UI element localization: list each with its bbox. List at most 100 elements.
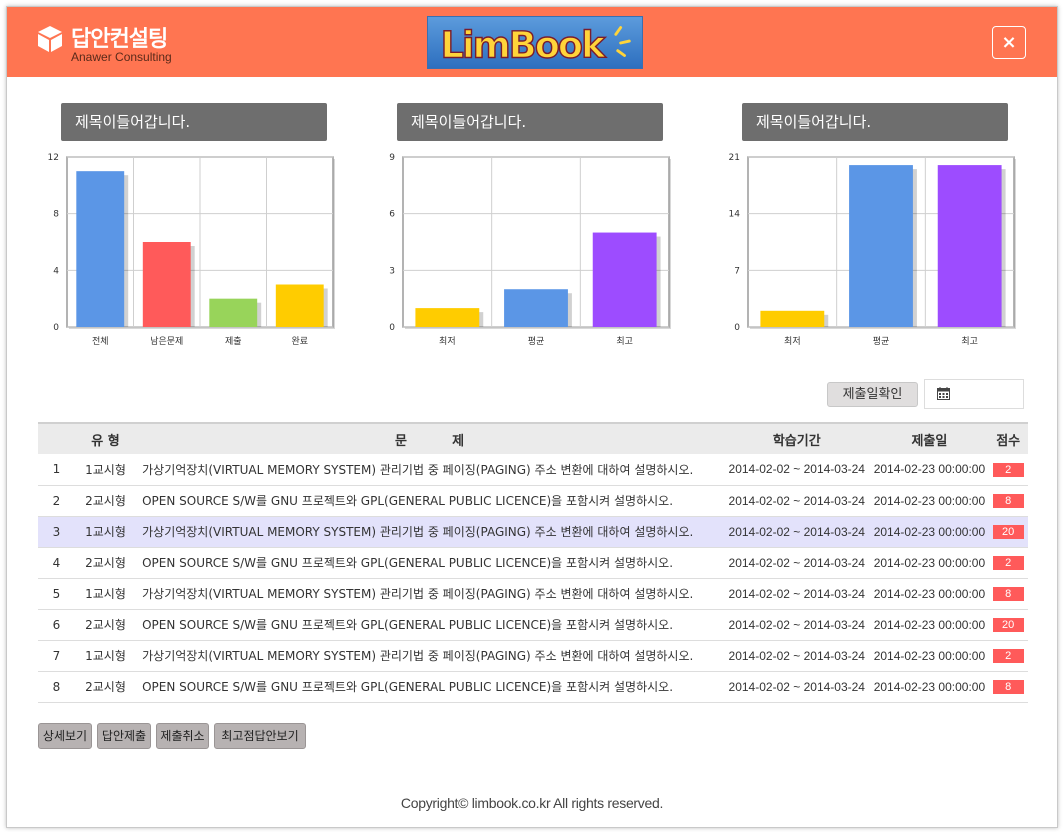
answer-table: 유 형 문 제 학습기간 제출일 점수 1 1교시형 가상기억장치(VIRTUAL … — [38, 422, 1028, 703]
x-tick-label: 최고 — [616, 336, 633, 347]
row-score-cell: 8 — [988, 485, 1028, 517]
app-window: 답안컨설팅 Anawer Consulting LimBook × 제목이들어갑… — [6, 6, 1058, 828]
x-tick-label: 남은문제 — [150, 336, 183, 347]
row-period: 2014-02-02 ~ 2014-03-24 — [722, 454, 871, 486]
row-period: 2014-02-02 ~ 2014-03-24 — [722, 547, 871, 579]
x-tick-label: 완료 — [291, 336, 308, 347]
table-row[interactable]: 1 1교시형 가상기억장치(VIRTUAL MEMORY SYSTEM) 관리기법 … — [38, 454, 1028, 486]
row-number: 6 — [38, 609, 75, 641]
y-tick-label: 0 — [53, 323, 59, 333]
bar-chart-1: 0 4 8 12 전체 남은문제 제출 완료 — [48, 153, 335, 347]
row-submitted: 2014-02-23 00:00:00 — [870, 547, 989, 579]
row-type: 1교시형 — [74, 516, 137, 548]
x-tick-label: 평균 — [528, 336, 545, 347]
cube-icon — [38, 26, 62, 52]
brand-name: 답안컨설팅 — [71, 27, 168, 52]
table-body: 1 1교시형 가상기억장치(VIRTUAL MEMORY SYSTEM) 관리기법 … — [38, 454, 1028, 703]
row-submitted: 2014-02-23 00:00:00 — [870, 454, 989, 486]
row-score-cell: 2 — [988, 547, 1028, 579]
row-number: 2 — [38, 485, 75, 517]
cancel-submit-button[interactable]: 제출취소 — [156, 723, 209, 749]
row-score-cell: 2 — [988, 454, 1028, 486]
logo-wordmark: LimBook — [441, 23, 606, 66]
close-button[interactable]: × — [992, 26, 1026, 59]
y-tick-label: 6 — [389, 210, 395, 220]
row-submitted: 2014-02-23 00:00:00 — [870, 609, 989, 641]
calendar-icon — [937, 387, 950, 400]
bar — [760, 310, 825, 327]
y-tick-label: 8 — [53, 210, 59, 220]
row-score-cell: 20 — [988, 516, 1028, 548]
table-header-row: 유 형 문 제 학습기간 제출일 점수 — [38, 422, 1028, 454]
bar-chart-2: 0 3 6 9 최저 평균 최고 — [389, 153, 671, 347]
table-row[interactable]: 2 2교시형 OPEN SOURCE S/W를 GNU 프로젝트와 GPL(GENE… — [38, 485, 1028, 517]
score-badge: 20 — [992, 618, 1024, 632]
col-header-type[interactable]: 유 형 — [74, 422, 137, 454]
row-question: 가상기억장치(VIRTUAL MEMORY SYSTEM) 관리기법 중 페이징… — [136, 516, 723, 548]
y-tick-label: 0 — [734, 323, 740, 333]
y-tick-label: 21 — [729, 153, 740, 163]
score-badge: 8 — [992, 680, 1024, 694]
row-period: 2014-02-02 ~ 2014-03-24 — [722, 516, 871, 548]
row-score-cell: 8 — [988, 578, 1028, 610]
table-row[interactable]: 7 1교시형 가상기억장치(VIRTUAL MEMORY SYSTEM) 관리기법 … — [38, 640, 1028, 672]
row-type: 2교시형 — [74, 671, 137, 703]
y-tick-label: 9 — [389, 153, 395, 163]
chart-panel-2: 제목이들어갑니다. 0 3 6 9 최저 평균 최고 — [377, 103, 677, 363]
bar — [849, 165, 913, 327]
score-badge: 2 — [992, 649, 1024, 663]
y-tick-label: 3 — [389, 266, 395, 276]
table-row[interactable]: 8 2교시형 OPEN SOURCE S/W를 GNU 프로젝트와 GPL(GENE… — [38, 671, 1028, 703]
row-type: 1교시형 — [74, 640, 137, 672]
brand[interactable]: 답안컨설팅 Anawer Consulting — [37, 21, 197, 65]
row-score-cell: 20 — [988, 609, 1028, 641]
view-detail-button[interactable]: 상세보기 — [38, 723, 92, 749]
y-tick-label: 4 — [53, 266, 59, 276]
col-header-question[interactable]: 문 제 — [136, 422, 723, 454]
col-header-period[interactable]: 학습기간 — [722, 422, 871, 454]
header-bar: 답안컨설팅 Anawer Consulting LimBook × — [7, 7, 1057, 77]
score-badge: 2 — [992, 462, 1024, 477]
score-badge: 2 — [992, 556, 1024, 570]
view-top-answer-button[interactable]: 최고점답안보기 — [214, 723, 306, 749]
row-type: 2교시형 — [74, 609, 137, 641]
y-tick-label: 7 — [734, 266, 740, 276]
row-number: 5 — [38, 578, 75, 610]
chart-panel-3: 제목이들어갑니다. 0 7 14 21 최저 평균 최고 — [722, 103, 1022, 363]
col-header-score[interactable]: 점수 — [988, 422, 1028, 454]
chart-title: 제목이들어갑니다. — [742, 103, 1008, 141]
row-submitted: 2014-02-23 00:00:00 — [870, 640, 989, 672]
row-submitted: 2014-02-23 00:00:00 — [870, 671, 989, 703]
date-input[interactable] — [924, 379, 1024, 409]
x-tick-label: 제출 — [225, 336, 242, 347]
row-question: OPEN SOURCE S/W를 GNU 프로젝트와 GPL(GENERAL P… — [136, 671, 723, 703]
col-header-submitted[interactable]: 제출일 — [870, 422, 989, 454]
x-tick-label: 최저 — [439, 336, 456, 347]
chart-title: 제목이들어갑니다. — [61, 103, 327, 141]
submit-answer-button[interactable]: 답안제출 — [97, 723, 151, 749]
score-badge: 8 — [992, 587, 1024, 601]
y-tick-label: 14 — [729, 210, 741, 220]
row-score-cell: 2 — [988, 640, 1028, 672]
table-row[interactable]: 6 2교시형 OPEN SOURCE S/W를 GNU 프로젝트와 GPL(GENE… — [38, 609, 1028, 641]
row-type: 1교시형 — [74, 454, 137, 486]
row-question: 가상기억장치(VIRTUAL MEMORY SYSTEM) 관리기법 중 페이징… — [136, 578, 723, 610]
row-question: OPEN SOURCE S/W를 GNU 프로젝트와 GPL(GENERAL P… — [136, 547, 723, 579]
bar — [275, 284, 324, 327]
row-type: 2교시형 — [74, 485, 137, 517]
table-row[interactable]: 3 1교시형 가상기억장치(VIRTUAL MEMORY SYSTEM) 관리기법 … — [38, 516, 1028, 548]
confirm-submit-date-button[interactable]: 제출일확인 — [827, 382, 918, 407]
close-icon: × — [1001, 32, 1017, 53]
brand-subtitle: Anawer Consulting — [71, 50, 172, 64]
bar-chart-3: 0 7 14 21 최저 평균 최고 — [729, 153, 1016, 347]
bar — [76, 171, 125, 327]
chart-title: 제목이들어갑니다. — [397, 103, 663, 141]
bar — [415, 308, 480, 327]
row-number: 8 — [38, 671, 75, 703]
table-row[interactable]: 5 1교시형 가상기억장치(VIRTUAL MEMORY SYSTEM) 관리기법 … — [38, 578, 1028, 610]
row-period: 2014-02-02 ~ 2014-03-24 — [722, 671, 871, 703]
x-tick-label: 전체 — [92, 336, 109, 347]
bar — [504, 289, 568, 327]
row-number: 1 — [38, 454, 75, 486]
table-row[interactable]: 4 2교시형 OPEN SOURCE S/W를 GNU 프로젝트와 GPL(GENE… — [38, 547, 1028, 579]
